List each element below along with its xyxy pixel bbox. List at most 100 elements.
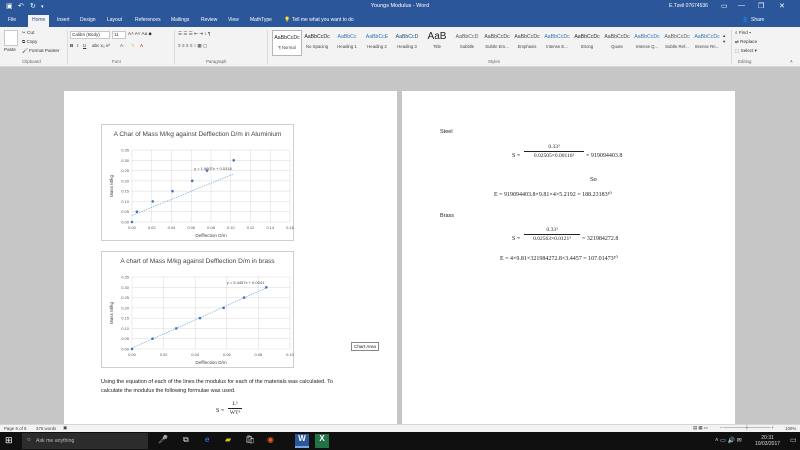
text-effects-icon[interactable]: A· bbox=[120, 43, 125, 48]
system-tray-icons[interactable]: ˄ ▭ 🔊 ✉ bbox=[715, 437, 742, 444]
document-area[interactable]: A Char of Mass M/kg against Defflection … bbox=[0, 67, 800, 424]
find-label: Find bbox=[738, 30, 748, 35]
style-preview: AaBbCcDc bbox=[544, 34, 570, 40]
cut-label: Cut bbox=[27, 30, 35, 35]
style-name: Intense E... bbox=[546, 44, 568, 49]
minimize-icon[interactable]: — bbox=[738, 2, 745, 9]
windows-start-icon[interactable]: ⊞ bbox=[5, 435, 13, 446]
styles-scroll-icon[interactable]: ▴ ▾ bbox=[723, 33, 725, 45]
task-view-icon[interactable]: ⧉ bbox=[183, 435, 189, 445]
y-axis-title: Mass M/kg bbox=[109, 301, 114, 324]
tab-mathtype[interactable]: MathType bbox=[250, 17, 272, 23]
share-icon[interactable]: 👤 bbox=[742, 17, 748, 23]
trendline bbox=[131, 173, 234, 216]
word-taskbar-icon[interactable]: W bbox=[295, 434, 309, 448]
editing-group-label: Editing bbox=[738, 59, 752, 64]
highlight-icon[interactable]: ✎ bbox=[131, 43, 135, 49]
style-heading[interactable]: AaBbCcD Heading 3 bbox=[392, 30, 422, 56]
search-box[interactable]: ○ Ask me anything bbox=[22, 433, 148, 449]
font-color-icon[interactable]: A bbox=[140, 43, 143, 48]
data-point bbox=[205, 169, 209, 172]
style-emphasis[interactable]: AaBbCcDc Emphasis bbox=[512, 30, 542, 56]
style-intense-re[interactable]: AaBbCcDc Intense Re... bbox=[692, 30, 722, 56]
right-page[interactable]: Steel S = 0.33³ 0.02505×0.00116³ = 91909… bbox=[402, 91, 735, 424]
x-axis-title: Defflection D/m bbox=[195, 233, 226, 238]
style-strong[interactable]: AaBbCcDc Strong bbox=[572, 30, 602, 56]
brass-heading: Brass bbox=[440, 213, 455, 219]
style-name: Quote bbox=[611, 44, 623, 49]
style-intense-q[interactable]: AaBbCcDc Intense Q... bbox=[632, 30, 662, 56]
tab-references[interactable]: References bbox=[135, 17, 161, 23]
data-point bbox=[171, 189, 174, 193]
style-subtle-em[interactable]: AaBbCcDc Subtle Em... bbox=[482, 30, 512, 56]
user-name[interactable]: E.Tzeil 07674536 bbox=[669, 3, 708, 9]
font-size-select[interactable]: 11 bbox=[112, 31, 126, 39]
edge-icon[interactable]: e bbox=[205, 435, 209, 444]
tell-me-input[interactable]: Tell me what you want to do bbox=[292, 17, 354, 23]
word-count[interactable]: 376 words bbox=[36, 426, 56, 431]
format-painter-button[interactable]: 🖌 Format Painter bbox=[22, 48, 60, 54]
italic-button[interactable]: I bbox=[77, 43, 78, 48]
replace-label: Replace bbox=[740, 39, 757, 44]
tab-mailings[interactable]: Mailings bbox=[171, 17, 189, 23]
tab-home[interactable]: Home bbox=[28, 15, 50, 27]
find-button[interactable]: ⌕ Find ▾ bbox=[735, 30, 751, 35]
data-point bbox=[222, 306, 225, 310]
style-subtitle[interactable]: AaBbCcD Subtitle bbox=[452, 30, 482, 56]
brass-chart[interactable]: A chart of Mass M/kg against Defflection… bbox=[101, 251, 295, 368]
zoom-slider[interactable]: – ───────┼─────── + bbox=[720, 425, 774, 430]
x-tick-label: 0.04 bbox=[191, 352, 200, 357]
bold-button[interactable]: B bbox=[70, 43, 73, 48]
tab-insert[interactable]: Insert bbox=[57, 17, 70, 23]
excel-taskbar-icon[interactable]: X bbox=[315, 434, 329, 448]
align-icon[interactable]: ≡ ≡ ≡ ≡ ↕ ▦ ▢ bbox=[178, 43, 207, 49]
bullets-icon[interactable]: ☰ ☰ ☰ ⇤ ⇥ ↕ ¶ bbox=[178, 31, 210, 37]
x-tick-label: 0.06 bbox=[223, 352, 232, 357]
clock[interactable]: 20:31 10/03/2017 bbox=[755, 435, 780, 447]
tab-design[interactable]: Design bbox=[80, 17, 96, 23]
grow-font-icon[interactable]: A˄ A˅ Aa ◆ bbox=[128, 31, 152, 37]
aluminium-chart[interactable]: A Char of Mass M/kg against Defflection … bbox=[101, 124, 295, 241]
store-icon[interactable]: 🛍 bbox=[245, 435, 255, 444]
style-no-spacing[interactable]: AaBbCcDc No Spacing bbox=[302, 30, 332, 56]
close-icon[interactable]: ✕ bbox=[779, 2, 785, 10]
tab-layout[interactable]: Layout bbox=[107, 17, 122, 23]
style-preview: AaBbCcD bbox=[395, 34, 419, 40]
font-name-select[interactable]: Calibri (Body) bbox=[70, 31, 110, 39]
paste-button[interactable]: Paste bbox=[4, 47, 16, 52]
ribbon-display-icon[interactable]: ▭ bbox=[721, 2, 728, 10]
underline-button[interactable]: U bbox=[83, 43, 86, 48]
style-preview: AaBbCcDc bbox=[574, 34, 600, 40]
ribbon-tabs: File Home Insert Design Layout Reference… bbox=[0, 14, 800, 27]
paste-icon[interactable] bbox=[4, 30, 18, 46]
tab-view[interactable]: View bbox=[228, 17, 239, 23]
mic-icon[interactable]: 🎤 bbox=[158, 435, 168, 444]
x-tick-label: 0.02 bbox=[160, 352, 169, 357]
style-intense-e[interactable]: AaBbCcDc Intense E... bbox=[542, 30, 572, 56]
style-quote[interactable]: AaBbCcDc Quote bbox=[602, 30, 632, 56]
share-button[interactable]: Share bbox=[751, 17, 764, 23]
tab-file[interactable]: File bbox=[8, 17, 16, 23]
restore-icon[interactable]: ❐ bbox=[758, 2, 764, 10]
tab-review[interactable]: Review bbox=[201, 17, 217, 23]
style-subtle-ref[interactable]: AaBbCcDc Subtle Ref... bbox=[662, 30, 692, 56]
chrome-icon[interactable]: ◉ bbox=[267, 435, 274, 444]
notifications-icon[interactable]: ▭ bbox=[790, 436, 797, 444]
font-effects-icon[interactable]: abc x₂ x² bbox=[92, 43, 110, 48]
proofing-icon[interactable]: ▣ bbox=[63, 425, 67, 431]
left-page[interactable]: A Char of Mass M/kg against Defflection … bbox=[64, 91, 397, 424]
file-explorer-icon[interactable]: ▰ bbox=[225, 435, 231, 444]
collapse-ribbon-icon[interactable]: ˄ bbox=[790, 59, 793, 64]
replace-button[interactable]: ⇄ Replace bbox=[735, 39, 757, 45]
page-count[interactable]: Page 6 of 9 bbox=[4, 426, 26, 431]
copy-button[interactable]: ⧉ Copy bbox=[22, 39, 37, 44]
style-heading[interactable]: AaBbCc Heading 1 bbox=[332, 30, 362, 56]
style-name: ¶ Normal bbox=[278, 45, 296, 50]
style-title[interactable]: AaB Title bbox=[422, 30, 452, 56]
cut-button[interactable]: ✂ Cut bbox=[22, 30, 34, 36]
select-button[interactable]: ⬚ Select ▾ bbox=[735, 48, 757, 54]
style-heading[interactable]: AaBbCcE Heading 2 bbox=[362, 30, 392, 56]
style-normal[interactable]: AaBbCcDc ¶ Normal bbox=[272, 30, 302, 56]
zoom-level[interactable]: 100% bbox=[785, 426, 796, 431]
view-buttons[interactable]: ▤ ▦ ▭ bbox=[693, 425, 708, 431]
